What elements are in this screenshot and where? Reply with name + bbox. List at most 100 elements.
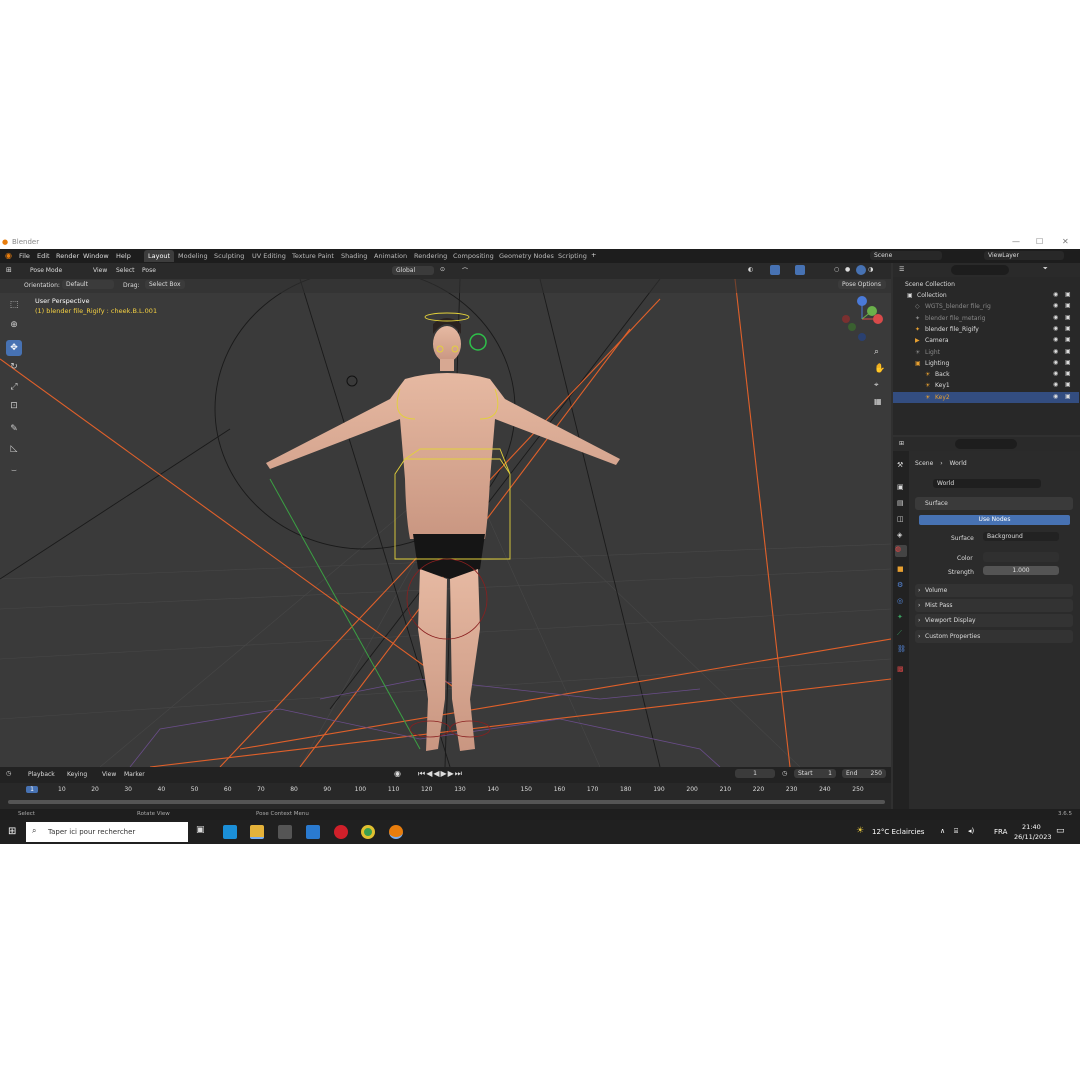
panel-header-viewport-display[interactable]: › Viewport Display xyxy=(915,614,1073,628)
file-explorer-icon[interactable] xyxy=(250,825,264,839)
volume-icon[interactable]: ◂) xyxy=(968,827,974,835)
tab-shading[interactable]: Shading xyxy=(337,250,371,262)
properties-editor-icon[interactable]: ⊞ xyxy=(899,440,904,447)
outliner-row[interactable]: ✦ blender file_metarig ◉ ▣ xyxy=(893,313,1079,324)
menu-pose[interactable]: Pose xyxy=(142,267,156,274)
network-icon[interactable]: ⌸ xyxy=(954,827,958,836)
panel-header-mist-pass[interactable]: › Mist Pass xyxy=(915,599,1073,613)
close-button[interactable]: ✕ xyxy=(1062,237,1069,246)
strength-field[interactable]: 1.000 xyxy=(983,566,1059,575)
menu-file[interactable]: File xyxy=(19,252,30,260)
view-layer-tab-icon[interactable]: ◫ xyxy=(897,515,904,523)
render-camera-icon[interactable]: ▣ xyxy=(1065,381,1071,388)
task-view-icon[interactable]: ▣ xyxy=(196,825,210,839)
rendered-shading-icon[interactable]: ◑ xyxy=(868,266,873,273)
render-camera-icon[interactable]: ▣ xyxy=(1065,393,1071,400)
outliner-row[interactable]: ▶ Camera ◉ ▣ xyxy=(893,335,1079,346)
visibility-eye-icon[interactable]: ◉ xyxy=(1053,359,1058,366)
end-frame-field[interactable]: End 250 xyxy=(842,769,886,778)
camera-view-icon[interactable]: ⌖ xyxy=(874,380,879,390)
move-tool-icon[interactable]: ✥ xyxy=(6,340,22,356)
overlay-toggle-icon[interactable] xyxy=(795,265,805,275)
constraint-tab-icon[interactable]: ⛓ xyxy=(897,645,906,653)
blender-taskbar-icon[interactable] xyxy=(389,825,403,839)
tab-texture-paint[interactable]: Texture Paint xyxy=(288,250,338,262)
measure-tool-icon[interactable]: ◺ xyxy=(6,441,22,457)
object-tab-icon[interactable]: ■ xyxy=(897,565,904,573)
drag-dropdown[interactable]: Select Box xyxy=(145,280,185,289)
rotate-tool-icon[interactable]: ↻ xyxy=(6,359,22,375)
language-indicator[interactable]: FRA xyxy=(994,828,1007,836)
render-camera-icon[interactable]: ▣ xyxy=(1065,359,1071,366)
visibility-eye-icon[interactable]: ◉ xyxy=(1053,381,1058,388)
render-camera-icon[interactable]: ▣ xyxy=(1065,314,1071,321)
windows-start-icon[interactable]: ⊞ xyxy=(8,826,16,837)
timeline-scrollbar[interactable] xyxy=(8,800,885,804)
timeline-area[interactable]: 1 10 20 30 40 50 60 70 80 90 100 110 120 130 140 150 160… xyxy=(0,783,891,809)
tab-sculpting[interactable]: Sculpting xyxy=(210,250,248,262)
surface-panel-header[interactable]: Surface xyxy=(915,497,1073,510)
annotate-tool-icon[interactable]: ✎ xyxy=(6,421,22,437)
menu-view[interactable]: View xyxy=(93,267,107,274)
render-tab-icon[interactable]: ▣ xyxy=(897,483,904,491)
menu-select[interactable]: Select xyxy=(116,267,135,274)
viewlayer-selector[interactable]: ViewLayer xyxy=(984,251,1064,260)
filter-icon[interactable]: ⏷ xyxy=(1043,265,1048,273)
ortho-grid-icon[interactable]: ▦ xyxy=(874,397,882,406)
texture-tab-icon[interactable]: ▩ xyxy=(897,665,904,673)
modifier-tab-icon[interactable]: ⚙ xyxy=(897,581,903,589)
tool-tab-icon[interactable]: ⚒ xyxy=(897,461,903,469)
visibility-eye-icon[interactable]: ◉ xyxy=(1053,348,1058,355)
visibility-eye-icon[interactable]: ◉ xyxy=(1053,325,1058,332)
snap-icon[interactable]: ⌒ xyxy=(462,266,468,275)
timeline-menu-marker[interactable]: Marker xyxy=(124,771,145,778)
chrome-icon[interactable] xyxy=(361,825,375,839)
use-nodes-button[interactable]: Use Nodes xyxy=(919,515,1070,525)
tab-uv-editing[interactable]: UV Editing xyxy=(248,250,290,262)
timeline-menu-keying[interactable]: Keying xyxy=(67,771,87,778)
render-camera-icon[interactable]: ▣ xyxy=(1065,336,1071,343)
transform-orientation-selector[interactable]: Global xyxy=(392,266,434,275)
blender-menu-icon[interactable]: ◉ xyxy=(5,251,12,260)
panel-header-custom-properties[interactable]: › Custom Properties xyxy=(915,629,1073,643)
navigation-gizmo[interactable] xyxy=(838,295,886,343)
scale-tool-icon[interactable]: ⤢ xyxy=(6,379,22,395)
scene-tab-icon[interactable]: ◈ xyxy=(897,531,902,539)
wireframe-shading-icon[interactable]: ○ xyxy=(834,266,839,273)
color-swatch[interactable] xyxy=(983,552,1059,562)
outliner-row[interactable]: ☀ Light ◉ ▣ xyxy=(893,347,1079,358)
tab-scripting[interactable]: Scripting xyxy=(554,250,591,262)
relax-tool-icon[interactable]: ⌣ xyxy=(6,463,22,479)
menu-edit[interactable]: Edit xyxy=(37,252,50,260)
render-camera-icon[interactable]: ▣ xyxy=(1065,348,1071,355)
output-tab-icon[interactable]: ▤ xyxy=(897,499,904,507)
start-frame-field[interactable]: Start 1 xyxy=(794,769,836,778)
clock-time[interactable]: 21:40 xyxy=(1022,823,1041,831)
outliner-row[interactable]: ▣ Collection ◉ ▣ xyxy=(893,290,1079,301)
orientation-dropdown[interactable]: Default xyxy=(62,280,114,289)
visibility-eye-icon[interactable]: ◉ xyxy=(1053,370,1058,377)
menu-render[interactable]: Render xyxy=(56,252,79,260)
tab-animation[interactable]: Animation xyxy=(370,250,411,262)
gizmo-toggle-icon[interactable] xyxy=(770,265,780,275)
bone-tab-icon[interactable]: ⟋ xyxy=(897,629,902,638)
3d-viewport[interactable]: User Perspective (1) blender file_Rigify… xyxy=(0,279,891,767)
visibility-eye-icon[interactable]: ◉ xyxy=(1053,302,1058,309)
panel-header-volume[interactable]: › Volume xyxy=(915,584,1073,597)
armature-tab-icon[interactable]: ✦ xyxy=(897,613,903,621)
maximize-button[interactable]: ☐ xyxy=(1036,237,1043,246)
playhead-frame-marker[interactable]: 1 xyxy=(26,786,38,793)
tab-layout[interactable]: Layout xyxy=(144,250,175,262)
select-tool-icon[interactable]: ⬚ xyxy=(6,297,22,313)
timeline-menu-view[interactable]: View xyxy=(102,771,116,778)
visibility-eye-icon[interactable]: ◉ xyxy=(1053,336,1058,343)
menu-window[interactable]: Window xyxy=(83,252,109,260)
current-frame-field[interactable]: 1 xyxy=(735,769,775,778)
outliner-row[interactable]: ◇ WGTS_blender file_rig ◉ ▣ xyxy=(893,301,1079,312)
render-camera-icon[interactable]: ▣ xyxy=(1065,325,1071,332)
clock-date[interactable]: 26/11/2023 xyxy=(1014,833,1051,841)
pan-hand-icon[interactable]: ✋ xyxy=(874,364,885,374)
render-camera-icon[interactable]: ▣ xyxy=(1065,291,1071,298)
edge-icon[interactable] xyxy=(223,825,237,839)
tray-chevron-icon[interactable]: ∧ xyxy=(940,827,945,835)
